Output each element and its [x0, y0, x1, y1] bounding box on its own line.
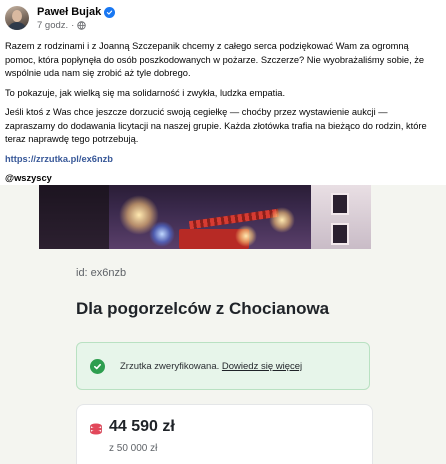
fundraiser-id: id: ex6nzb [76, 267, 127, 279]
coins-icon [89, 422, 103, 436]
verified-badge-icon [104, 6, 116, 18]
verification-text: Zrzutka zweryfikowana. Dowiedz się więce… [120, 361, 302, 372]
verification-notice: Zrzutka zweryfikowana. Dowiedz się więce… [76, 342, 370, 390]
post-author: Paweł Bujak [37, 6, 116, 18]
post-paragraph: Razem z rodzinami i z Joanną Szczepanik … [5, 41, 425, 78]
globe-icon [77, 21, 87, 30]
mention-tag[interactable]: @wszyscy [5, 173, 52, 183]
verified-label: Zrzutka zweryfikowana. [120, 361, 220, 372]
facebook-post: Paweł Bujak 7 godz. · Razem z rodzinami … [0, 0, 446, 464]
post-paragraph: Jeśli ktoś z Was chce jeszcze dorzucić s… [5, 107, 427, 144]
learn-more-link[interactable]: Dowiedz się więcej [222, 361, 302, 372]
post-text: Razem z rodzinami i z Joanną Szczepanik … [5, 40, 433, 192]
link-preview-card[interactable]: id: ex6nzb Dla pogorzelców z Chocianowa … [0, 185, 446, 464]
raised-amount: 44 590 zł [109, 418, 175, 435]
post-meta: 7 godz. · [37, 20, 87, 31]
fundraiser-title[interactable]: Dla pogorzelców z Chocianowa [76, 299, 329, 319]
author-avatar[interactable] [5, 6, 29, 30]
fire-scene-photo [39, 185, 371, 249]
meta-separator: · [71, 20, 75, 31]
post-paragraph: To pokazuje, jak wielką się ma solidarno… [5, 87, 286, 98]
author-name[interactable]: Paweł Bujak [37, 6, 101, 18]
check-circle-icon [90, 359, 105, 374]
fundraiser-link[interactable]: https://zrzutka.pl/ex6nzb [5, 154, 113, 164]
amount-summary: 44 590 zł z 50 000 zł [76, 404, 373, 464]
post-time[interactable]: 7 godz. [37, 20, 68, 31]
goal-amount: z 50 000 zł [109, 443, 158, 454]
